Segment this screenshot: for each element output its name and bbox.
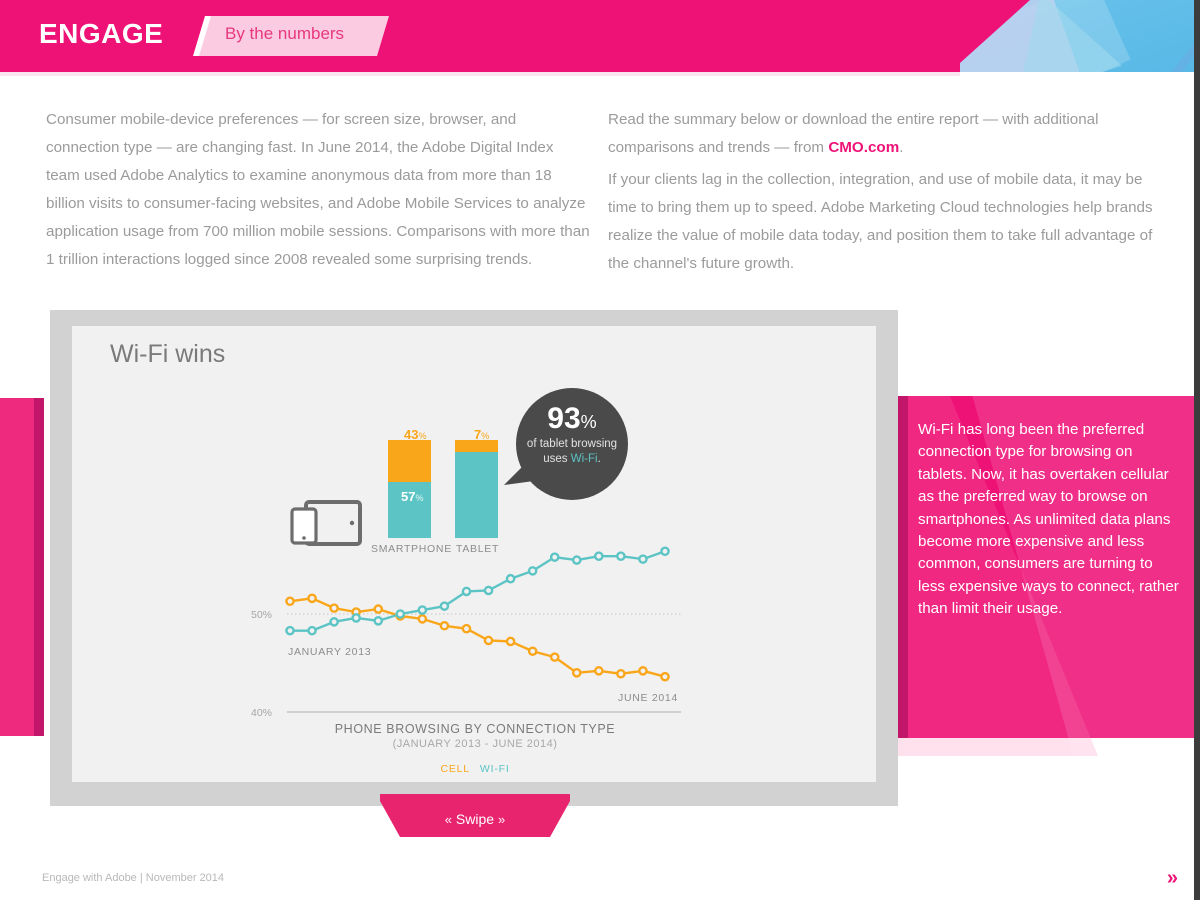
legend-item-cell: CELL (440, 763, 470, 775)
tagline-text: By the numbers (225, 24, 345, 43)
swipe-text[interactable]: Swipe (456, 811, 494, 827)
x-range-start-label: JANUARY 2013 (288, 646, 372, 658)
bar-smartphone-cell-value: 43 (404, 427, 419, 442)
line-chart-subcaption: (JANUARY 2013 - JUNE 2014) (392, 738, 558, 750)
slide-page: ENGAGE By the numbers Consumer mobile-de… (0, 0, 1200, 900)
callout-description: of tablet browsing uses Wi-Fi. (516, 437, 628, 467)
callout-value: 93% (516, 404, 628, 434)
swipe-button-lip (380, 794, 570, 801)
bar-smartphone-wifi-value: 57 (401, 489, 416, 504)
percent-sign: % (415, 493, 424, 503)
cmo-link[interactable]: CMO.com (828, 139, 899, 156)
page-right-edge (1194, 0, 1200, 900)
intro-right-column: Read the summary below or download the e… (608, 106, 1168, 282)
sidebar-panel-shadow (898, 396, 908, 738)
bar-smartphone-wifi-label: 57% (401, 490, 423, 503)
bar-smartphone-cell-label: 43% (404, 428, 426, 441)
intro-right-paragraph-2: If your clients lag in the collection, i… (608, 171, 1153, 272)
callout-number: 93 (547, 402, 581, 435)
callout-percent-sign: % (580, 412, 597, 432)
callout-wifi-highlight: Wi-Fi (570, 453, 598, 465)
left-pink-band-shadow (34, 398, 44, 736)
intro-right-p1-post: . (899, 139, 904, 156)
page-header (0, 0, 1200, 72)
header-underline (0, 72, 960, 76)
chevron-left-icon[interactable]: « (445, 812, 452, 827)
bar-tablet-wifi-segment (455, 452, 498, 538)
bar-tablet (455, 440, 498, 538)
brand-title: ENGAGE (39, 18, 164, 49)
callout-line-2-post: . (597, 453, 601, 465)
callout-line-2-pre: uses (543, 453, 571, 465)
photo-light-bar (1140, 0, 1200, 72)
bar-tablet-cell-label: 937% (474, 428, 489, 441)
x-range-end-label: JUNE 2014 (618, 692, 678, 704)
legend-item-wifi: WI-FI (479, 763, 510, 775)
chart-card-title: Wi-Fi wins (110, 340, 226, 368)
line-chart-caption: PHONE BROWSING BY CONNECTION TYPE (334, 722, 616, 736)
y-tick-50: 50% (251, 609, 273, 621)
percent-sign: % (481, 431, 490, 441)
swipe-button-label[interactable]: « Swipe » (380, 812, 570, 826)
callout-line-1: of tablet browsing (526, 438, 618, 450)
y-tick-40: 40% (251, 707, 273, 719)
percent-sign: % (418, 431, 427, 441)
next-page-chevron-icon[interactable]: » (1167, 868, 1178, 888)
intro-left-paragraph: Consumer mobile-device preferences — for… (46, 111, 590, 268)
footer-text: Engage with Adobe | November 2014 (42, 872, 225, 884)
intro-right-paragraph-1: Read the summary below or download the e… (608, 106, 1168, 162)
chevron-right-icon[interactable]: » (498, 812, 505, 827)
sidebar-commentary-text: Wi-Fi has long been the preferred connec… (918, 421, 1179, 618)
bar-smartphone-cell-segment (388, 440, 431, 482)
line-chart-legend: CELL WI-FI (245, 763, 705, 775)
